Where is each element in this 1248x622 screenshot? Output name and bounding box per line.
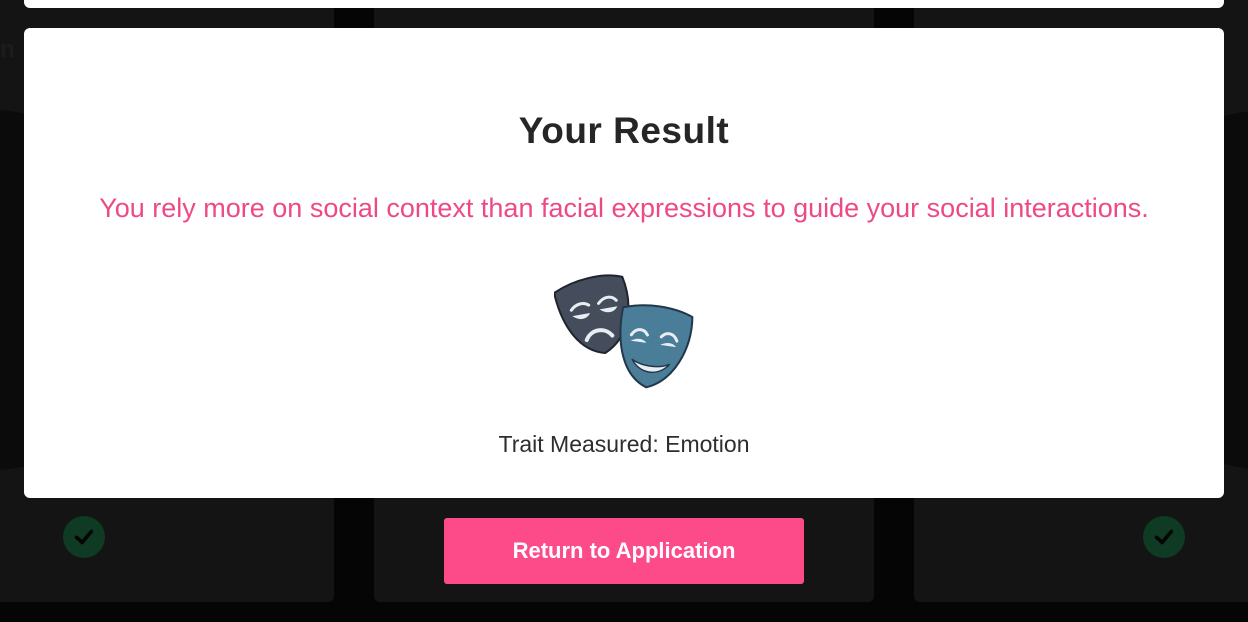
- modal-top-strip: [24, 0, 1224, 8]
- return-to-application-button[interactable]: Return to Application: [444, 518, 804, 584]
- result-modal: Your Result You rely more on social cont…: [24, 28, 1224, 498]
- check-circle-icon: [63, 516, 105, 558]
- theater-masks-icon: [554, 274, 694, 389]
- check-circle-icon: [1143, 516, 1185, 558]
- modal-title: Your Result: [518, 110, 730, 151]
- page: n Your Result You rely more on social co…: [0, 0, 1248, 622]
- trait-measured-label: Trait Measured: Emotion: [498, 431, 750, 457]
- result-description: You rely more on social context than fac…: [99, 193, 1149, 223]
- background-text-fragment: n: [0, 36, 15, 63]
